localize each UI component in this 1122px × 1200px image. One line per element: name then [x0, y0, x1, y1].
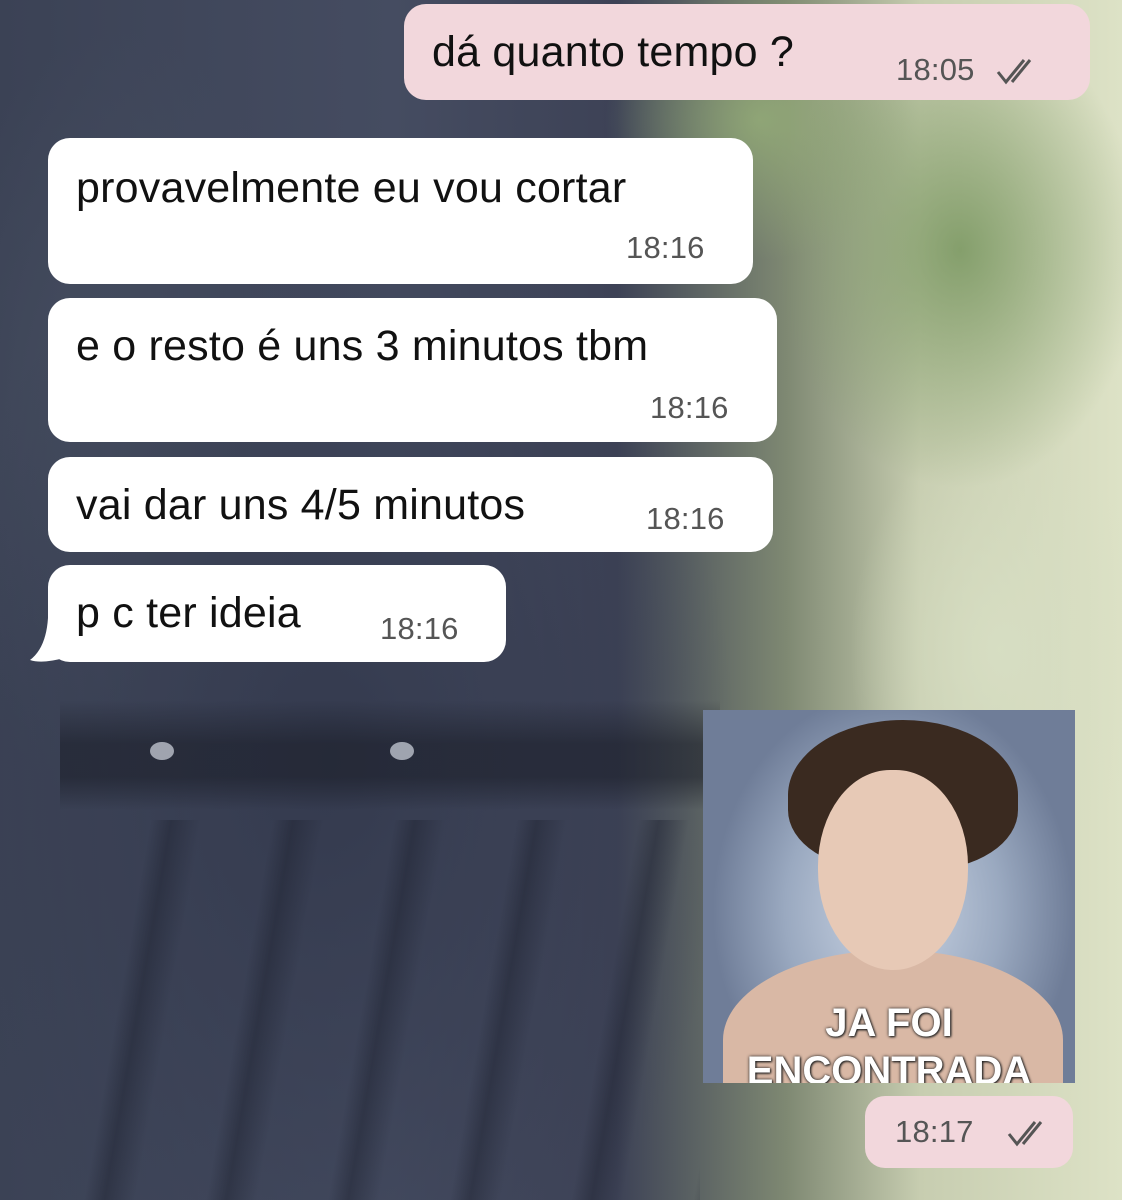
sticker-timestamp-pill: 18:17 [865, 1096, 1073, 1168]
sticker-image[interactable]: JA FOI ENCONTRADA [703, 710, 1075, 1083]
sticker-caption-line2: ENCONTRADA [746, 1049, 1032, 1083]
message-text: provavelmente eu vou cortar [76, 164, 627, 212]
message-text: dá quanto tempo ? [432, 28, 795, 76]
message-bubble-incoming[interactable]: e o resto é uns 3 minutos tbm 18:16 [48, 298, 777, 442]
message-bubble-incoming[interactable]: vai dar uns 4/5 minutos 18:16 [48, 457, 773, 552]
message-bubble-outgoing[interactable]: dá quanto tempo ? 18:05 [404, 4, 1090, 100]
message-text: p c ter ideia [76, 589, 301, 637]
message-bubble-incoming[interactable]: p c ter ideia 18:16 [48, 565, 506, 662]
message-timestamp: 18:16 [380, 611, 459, 646]
wallpaper-coat-button [390, 742, 414, 760]
double-check-icon [1007, 1121, 1043, 1147]
sticker-timestamp: 18:17 [895, 1114, 974, 1149]
message-text: e o resto é uns 3 minutos tbm [76, 322, 649, 370]
message-timestamp: 18:16 [650, 390, 729, 425]
double-check-icon [996, 59, 1032, 85]
message-bubble-incoming[interactable]: provavelmente eu vou cortar 18:16 [48, 138, 753, 284]
wallpaper-coat-button [150, 742, 174, 760]
sticker-caption-line1: JA FOI [825, 1001, 953, 1045]
message-timestamp: 18:16 [646, 501, 725, 536]
message-text: vai dar uns 4/5 minutos [76, 481, 526, 529]
message-timestamp: 18:16 [626, 230, 705, 265]
message-timestamp: 18:05 [896, 52, 975, 87]
sticker-face [818, 770, 968, 970]
